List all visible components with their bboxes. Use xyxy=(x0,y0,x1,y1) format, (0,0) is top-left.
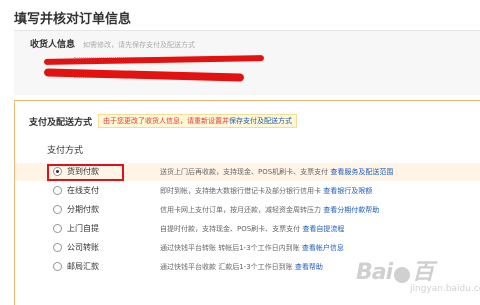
radio-button[interactable] xyxy=(53,186,62,195)
payment-title: 支付及配送方式 xyxy=(29,117,93,128)
radio-button[interactable] xyxy=(53,224,62,233)
payment-notice: 由于您更改了收货人信息，请重新设置并保存支付及配送方式 xyxy=(98,114,298,128)
page-title: 填写并核对订单信息 xyxy=(14,12,132,27)
option-help-link[interactable]: 查看分期付款帮助 xyxy=(323,206,379,214)
option-label[interactable]: 公司转账 xyxy=(67,242,99,253)
option-label[interactable]: 在线支付 xyxy=(67,185,99,196)
option-label[interactable]: 分期付款 xyxy=(67,204,99,215)
option-description: 通过快钱平台收款 汇款后1-3个工作日到账 查看帮助 xyxy=(160,263,323,271)
save-payment-link[interactable]: 保存支付及配送方式 xyxy=(229,117,292,125)
watermark-logo-tail: 百 xyxy=(412,260,434,285)
consignee-note: 如需修改，请先保存支付及配送方式 xyxy=(83,41,196,49)
radio-button[interactable] xyxy=(53,262,62,271)
option-help-link[interactable]: 查看银行及限额 xyxy=(323,187,372,195)
consignee-header: 收货人信息 如需修改，请先保存支付及配送方式 xyxy=(30,37,195,50)
consignee-title: 收货人信息 xyxy=(30,40,76,50)
radio-button[interactable] xyxy=(53,205,62,214)
payment-option-installment[interactable]: 分期付款 信用卡网上支付订单，按月还款，减轻资金周转压力 查看分期付款帮助 xyxy=(15,201,480,219)
radio-button[interactable] xyxy=(53,243,62,252)
option-description: 即时到帐，支持绝大数银行借记卡及部分银行信用卡 查看银行及限额 xyxy=(160,187,373,195)
pay-method-label: 支付方式 xyxy=(47,146,84,156)
option-help-link[interactable]: 查看服务及配送范围 xyxy=(330,168,393,176)
option-help-link[interactable]: 查看帐户信息 xyxy=(302,244,344,252)
option-description: 通过快钱平台转账 转帐后1-3个工作日内到账 查看帐户信息 xyxy=(160,244,344,252)
baidu-watermark: Bai 百 jingyan.baidu.com xyxy=(356,254,480,294)
payment-option-online[interactable]: 在线支付 即时到帐，支持绝大数银行借记卡及部分银行信用卡 查看银行及限额 xyxy=(15,182,480,200)
option-label[interactable]: 邮局汇款 xyxy=(67,261,99,272)
option-help-link[interactable]: 查看自提流程 xyxy=(302,225,344,233)
watermark-logo: Bai xyxy=(356,260,393,285)
payment-option-cod[interactable]: 货到付款 送货上门后再收款，支持现金、POS机刷卡、支票支付 查看服务及配送范围 xyxy=(15,163,480,181)
option-description: 信用卡网上支付订单，按月还款，减轻资金周转压力 查看分期付款帮助 xyxy=(160,206,380,214)
payment-header: 支付及配送方式 由于您更改了收货人信息，请重新设置并保存支付及配送方式 xyxy=(29,114,298,128)
option-description: 送货上门后再收款，支持现金、POS机刷卡、支票支付 查看服务及配送范围 xyxy=(160,168,394,176)
highlight-frame xyxy=(47,164,124,181)
option-help-link[interactable]: 查看帮助 xyxy=(295,263,323,271)
option-description: 自提时付款，支持现金、POS刷卡、支票支付 查看自提流程 xyxy=(160,225,345,233)
option-label[interactable]: 上门自提 xyxy=(67,223,99,234)
payment-notice-text: 由于您更改了收货人信息，请重新设置并 xyxy=(103,117,230,125)
paw-icon xyxy=(394,266,411,283)
watermark-url: jingyan.baidu.com xyxy=(410,284,480,294)
payment-option-pickup[interactable]: 上门自提 自提时付款，支持现金、POS刷卡、支票支付 查看自提流程 xyxy=(15,220,480,238)
consignee-section: 收货人信息 如需修改，请先保存支付及配送方式 xyxy=(14,30,480,95)
